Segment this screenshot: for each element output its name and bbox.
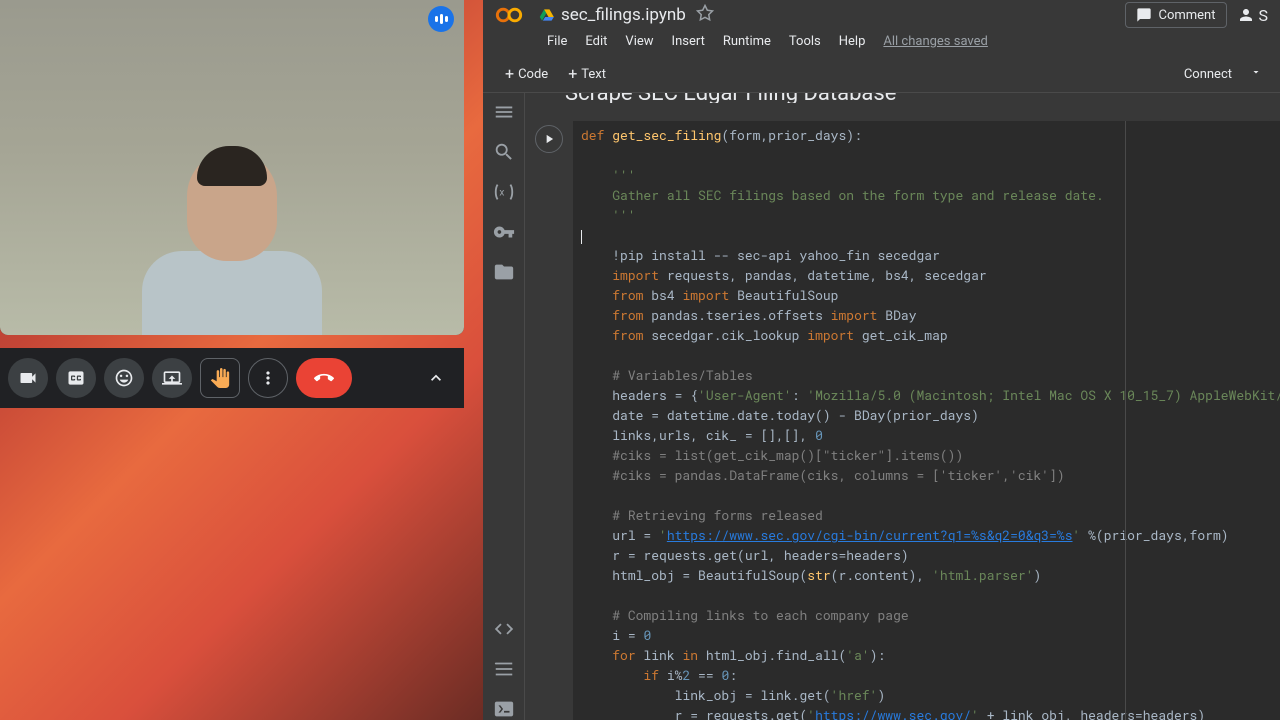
code-cell: def get_sec_filing(form,prior_days): '''…: [525, 121, 1280, 720]
video-call-panel: [0, 0, 483, 720]
comment-button[interactable]: Comment: [1125, 2, 1226, 28]
audio-active-icon: [428, 6, 454, 32]
menu-view[interactable]: View: [617, 30, 661, 53]
menu-insert[interactable]: Insert: [664, 30, 713, 53]
menu-help[interactable]: Help: [831, 30, 874, 53]
menu-tools[interactable]: Tools: [781, 30, 829, 53]
hangup-button[interactable]: [296, 358, 352, 398]
add-code-button[interactable]: +Code: [495, 62, 558, 86]
expand-button[interactable]: [416, 358, 456, 398]
menu-runtime[interactable]: Runtime: [715, 30, 779, 53]
left-rail: x: [483, 93, 525, 720]
notebook-area: Scrape SEC Edgar Filing Database def get…: [525, 93, 1280, 720]
connect-button[interactable]: Connect: [1172, 63, 1244, 86]
run-cell-button[interactable]: [535, 125, 563, 153]
save-status[interactable]: All changes saved: [875, 30, 996, 53]
code-editor[interactable]: def get_sec_filing(form,prior_days): '''…: [573, 121, 1280, 720]
video-content: [0, 0, 464, 335]
section-title: Scrape SEC Edgar Filing Database: [565, 93, 896, 103]
share-button[interactable]: S: [1237, 6, 1269, 25]
main-area: x Scrape SEC Edgar Filing Database: [483, 93, 1280, 720]
call-controls: [0, 348, 464, 408]
raise-hand-button[interactable]: [200, 358, 240, 398]
svg-text:x: x: [499, 188, 504, 199]
variables-icon[interactable]: x: [493, 181, 515, 203]
drive-icon: [539, 7, 555, 23]
share-label: S: [1259, 6, 1269, 25]
code-snippets-icon[interactable]: [493, 618, 515, 640]
reactions-button[interactable]: [104, 358, 144, 398]
participant-video: [122, 151, 342, 335]
colab-header: sec_filings.ipynb Comment S: [483, 0, 1280, 26]
add-text-button[interactable]: +Text: [558, 62, 616, 86]
menu-file[interactable]: File: [539, 30, 575, 53]
more-options-button[interactable]: [248, 358, 288, 398]
command-palette-icon[interactable]: [493, 658, 515, 680]
secrets-icon[interactable]: [493, 221, 515, 243]
files-icon[interactable]: [493, 261, 515, 283]
camera-toggle-button[interactable]: [8, 358, 48, 398]
colab-logo-icon: [495, 1, 523, 29]
colab-panel: sec_filings.ipynb Comment S File Edit Vi…: [483, 0, 1280, 720]
menu-edit[interactable]: Edit: [577, 30, 615, 53]
file-name[interactable]: sec_filings.ipynb: [561, 5, 686, 25]
present-button[interactable]: [152, 358, 192, 398]
video-frame: [0, 0, 464, 335]
table-of-contents-icon[interactable]: [493, 101, 515, 123]
search-icon[interactable]: [493, 141, 515, 163]
section-header[interactable]: Scrape SEC Edgar Filing Database: [525, 93, 1280, 103]
connect-dropdown-icon[interactable]: [1244, 62, 1268, 86]
star-icon[interactable]: [696, 4, 714, 26]
terminal-icon[interactable]: [493, 698, 515, 720]
comment-label: Comment: [1158, 8, 1215, 23]
captions-button[interactable]: [56, 358, 96, 398]
toolbar: +Code +Text Connect: [483, 56, 1280, 93]
menu-bar: File Edit View Insert Runtime Tools Help…: [483, 26, 1280, 56]
collapse-icon[interactable]: [541, 93, 557, 103]
